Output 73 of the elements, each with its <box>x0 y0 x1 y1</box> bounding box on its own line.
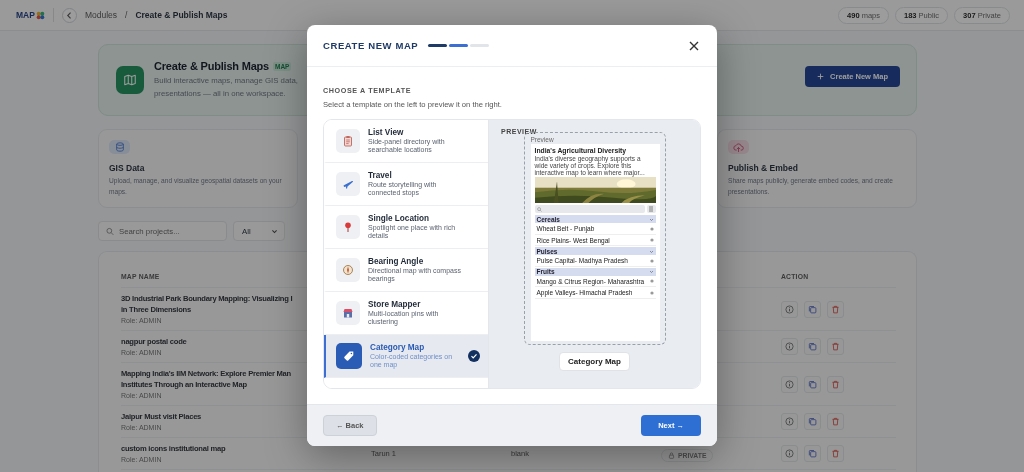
chevron-down-icon <box>648 248 654 254</box>
feature-title: GIS Data <box>109 163 146 173</box>
chevron-left-icon <box>65 11 73 19</box>
info-button[interactable] <box>781 445 798 462</box>
info-icon <box>785 417 794 426</box>
chevron-down-icon <box>648 269 654 274</box>
check-icon <box>468 350 480 362</box>
feature-title: Publish & Embed <box>728 163 799 173</box>
close-button[interactable] <box>689 40 699 51</box>
template-title: List View <box>368 127 405 137</box>
search-icon <box>106 226 114 236</box>
dot-icon <box>649 279 654 284</box>
copy-icon <box>808 379 817 389</box>
delete-button[interactable] <box>827 338 844 355</box>
template-name-button[interactable]: Category Map <box>559 352 630 371</box>
logo-icon <box>35 10 45 20</box>
delete-button[interactable] <box>827 300 844 318</box>
template-title: Bearing Angle <box>368 256 425 266</box>
map-app-icon <box>116 66 144 94</box>
duplicate-button[interactable] <box>804 300 821 318</box>
breadcrumb-link[interactable]: Modules <box>84 10 118 20</box>
copy-icon <box>808 304 817 314</box>
search-icon <box>536 206 542 212</box>
template-title: Single Location <box>368 213 430 223</box>
trash-icon <box>831 342 840 351</box>
info-button[interactable] <box>781 375 798 393</box>
duplicate-button[interactable] <box>804 413 821 430</box>
template-title: Store Mapper <box>368 299 422 309</box>
plus-icon <box>817 72 825 80</box>
tag-icon <box>343 350 355 362</box>
back-button[interactable] <box>61 7 77 23</box>
info-icon <box>785 449 794 458</box>
compass-icon <box>342 264 354 276</box>
lock-icon <box>668 451 675 459</box>
template-title: Category Map <box>370 342 426 352</box>
trash-icon <box>831 449 840 458</box>
delete-button[interactable] <box>827 445 844 462</box>
duplicate-button[interactable] <box>804 338 821 355</box>
info-icon <box>785 342 794 351</box>
duplicate-button[interactable] <box>804 375 821 393</box>
info-button[interactable] <box>781 413 798 430</box>
dot-icon <box>649 226 654 231</box>
trash-icon <box>831 304 840 314</box>
trash-icon <box>831 379 840 389</box>
airplane-icon <box>342 178 354 190</box>
cloud-upload-icon <box>733 141 744 153</box>
delete-button[interactable] <box>827 375 844 393</box>
copy-icon <box>808 342 817 351</box>
info-button[interactable] <box>781 300 798 318</box>
page-title: Create & Publish Maps <box>154 60 269 72</box>
map-pin-icon <box>342 221 354 233</box>
duplicate-button[interactable] <box>804 445 821 462</box>
trash-icon <box>831 417 840 426</box>
breadcrumb-separator: / <box>125 10 128 20</box>
dot-icon <box>649 258 654 263</box>
info-icon <box>785 304 794 314</box>
info-button[interactable] <box>781 338 798 355</box>
storefront-icon <box>342 307 354 319</box>
dot-icon <box>649 238 654 243</box>
info-icon <box>785 379 794 389</box>
copy-icon <box>808 417 817 426</box>
chevron-down-icon <box>271 227 278 235</box>
database-icon <box>114 142 125 152</box>
modal-title: CREATE NEW MAP <box>323 40 420 51</box>
breadcrumb-current: Create & Publish Maps <box>135 10 228 20</box>
dot-icon <box>649 290 654 295</box>
clipboard-icon <box>342 135 354 147</box>
chevron-down-icon <box>648 216 654 222</box>
copy-icon <box>808 449 817 458</box>
close-icon <box>689 40 699 51</box>
delete-button[interactable] <box>827 413 844 430</box>
template-title: Travel <box>368 170 393 180</box>
logo-text: MAP <box>16 10 35 20</box>
